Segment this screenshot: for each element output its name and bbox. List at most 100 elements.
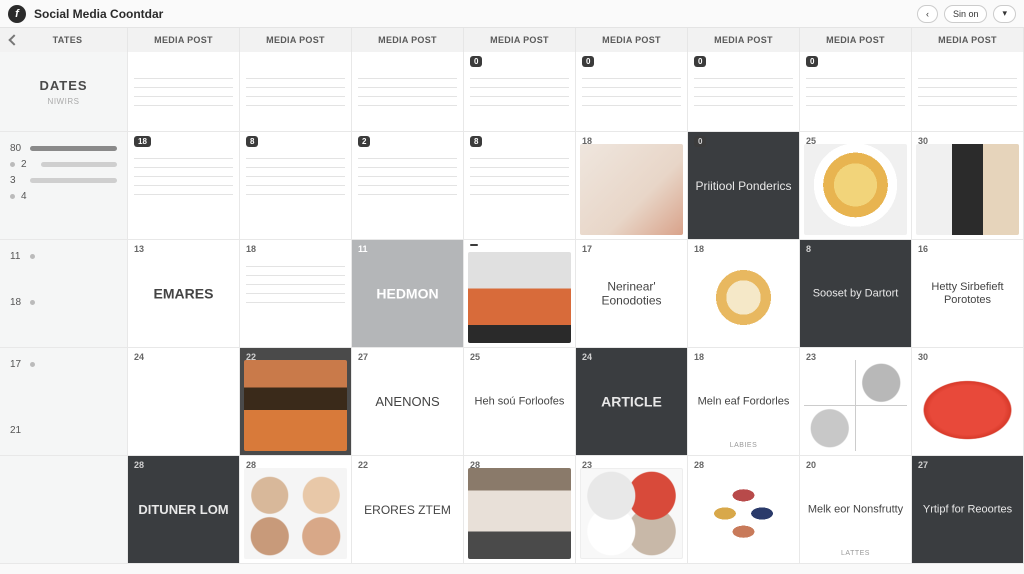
calendar-cell[interactable]: 0 bbox=[688, 52, 800, 132]
calendar-cell[interactable]: 0Priitiool Ponderics bbox=[688, 132, 800, 240]
day-number: 25 bbox=[470, 352, 480, 362]
day-number: 18 bbox=[134, 136, 151, 147]
day-number: 0 bbox=[694, 136, 706, 147]
calendar-cell[interactable]: 2 bbox=[352, 132, 464, 240]
col-header: MEDIA POST bbox=[576, 28, 688, 52]
post-title: Hetty Sirbefieft Porototes bbox=[912, 280, 1023, 306]
calendar-cell[interactable]: 24ARTICLE bbox=[576, 348, 688, 456]
calendar-cell[interactable]: 18Meln eaf FordorlesLABIES bbox=[688, 348, 800, 456]
calendar-cell[interactable]: 8 bbox=[464, 132, 576, 240]
col-header: MEDIA POST bbox=[352, 28, 464, 52]
calendar-cell[interactable]: 28 bbox=[688, 456, 800, 564]
app-logo: f bbox=[8, 5, 26, 23]
app-title: Social Media Coontdar bbox=[34, 7, 163, 21]
thumbnail-desk bbox=[580, 144, 683, 235]
sidebar-num: 4 bbox=[21, 191, 35, 202]
calendar-cell[interactable]: 11HEDMON bbox=[352, 240, 464, 348]
post-subtitle: LATTES bbox=[800, 550, 911, 557]
prev-chevron-icon[interactable] bbox=[8, 34, 19, 45]
calendar-cell[interactable]: 23 bbox=[800, 348, 912, 456]
thumbnail-pepper bbox=[916, 360, 1019, 451]
calendar-cell[interactable]: 0 bbox=[464, 52, 576, 132]
day-number: 28 bbox=[134, 460, 144, 470]
col-header-dates: TATES bbox=[0, 28, 128, 52]
day-number: 27 bbox=[358, 352, 368, 362]
day-number: 20 bbox=[806, 460, 816, 470]
day-number: 8 bbox=[470, 136, 482, 147]
day-number bbox=[470, 244, 478, 246]
calendar-cell[interactable]: 30 bbox=[912, 132, 1024, 240]
sidebar-block: 17 21 bbox=[0, 348, 128, 456]
calendar-cell[interactable]: 28DITUNER LOM bbox=[128, 456, 240, 564]
calendar-cell[interactable]: 28 bbox=[240, 456, 352, 564]
calendar-cell[interactable]: 28 bbox=[464, 456, 576, 564]
calendar-cell[interactable]: 16 Hetty Sirbefieft Porototes bbox=[912, 240, 1024, 348]
calendar-cell[interactable]: 25Heh soú Forloofes bbox=[464, 348, 576, 456]
col-header: MEDIA POST bbox=[240, 28, 352, 52]
thumbnail-portrait bbox=[244, 360, 347, 451]
calendar-cell[interactable]: 18 bbox=[576, 132, 688, 240]
sidebar-bar bbox=[30, 178, 117, 183]
calendar-cell[interactable]: 8Sooset by Dartort bbox=[800, 240, 912, 348]
sidebar-num: 21 bbox=[10, 425, 24, 436]
day-number: 27 bbox=[918, 460, 928, 470]
calendar-cell[interactable]: 13EMARES bbox=[128, 240, 240, 348]
col-header-label: TATES bbox=[53, 35, 83, 45]
day-number: 8 bbox=[806, 244, 811, 254]
post-title: ARTICLE bbox=[576, 393, 687, 410]
calendar-cell[interactable]: 23 bbox=[576, 456, 688, 564]
calendar-cell[interactable]: 25 bbox=[800, 132, 912, 240]
sidebar-sub: NIWIRS bbox=[48, 97, 80, 106]
col-header: MEDIA POST bbox=[128, 28, 240, 52]
more-dropdown[interactable]: ▾ bbox=[993, 5, 1016, 23]
column-headers: TATES MEDIA POST MEDIA POST MEDIA POST M… bbox=[0, 28, 1024, 52]
calendar-cell[interactable] bbox=[464, 240, 576, 348]
day-badge: 0 bbox=[694, 56, 706, 67]
calendar-cell[interactable]: 0 bbox=[800, 52, 912, 132]
calendar-cell[interactable]: 17Nerinear' Eonodoties bbox=[576, 240, 688, 348]
calendar-cell[interactable]: 24 bbox=[128, 348, 240, 456]
sidebar-num: 11 bbox=[10, 251, 24, 262]
calendar-cell[interactable] bbox=[912, 52, 1024, 132]
day-number: 18 bbox=[694, 352, 704, 362]
dot-icon bbox=[10, 162, 15, 167]
col-header: MEDIA POST bbox=[464, 28, 576, 52]
sidebar-num: 18 bbox=[10, 297, 24, 308]
calendar-cell[interactable]: 27 Yrtipf for Reoortes bbox=[912, 456, 1024, 564]
dot-icon bbox=[10, 194, 15, 199]
thumbnail-circles bbox=[580, 468, 683, 559]
day-badge: 0 bbox=[582, 56, 594, 67]
day-number: 17 bbox=[582, 244, 592, 254]
calendar-cell[interactable]: 0 bbox=[576, 52, 688, 132]
sidebar-heading: DATES bbox=[39, 78, 87, 93]
sidebar-bar bbox=[41, 194, 117, 199]
calendar-cell[interactable]: 22ERORES ZTEM bbox=[352, 456, 464, 564]
app-header: f Social Media Coontdar ‹ Sin on ▾ bbox=[0, 0, 1024, 28]
calendar-cell[interactable]: 20Melk eor NonsfruttyLATTES bbox=[800, 456, 912, 564]
sidebar-bar bbox=[30, 146, 117, 151]
thumbnail-petals bbox=[692, 468, 795, 559]
sign-on-button[interactable]: Sin on bbox=[944, 5, 988, 23]
sidebar-num: 17 bbox=[10, 359, 24, 370]
calendar-cell[interactable] bbox=[240, 52, 352, 132]
day-number: 22 bbox=[358, 460, 368, 470]
calendar-cell[interactable] bbox=[128, 52, 240, 132]
calendar-cell[interactable]: 18 bbox=[688, 240, 800, 348]
thumbnail-phone bbox=[916, 144, 1019, 235]
calendar-cell[interactable]: 22 bbox=[240, 348, 352, 456]
calendar-cell[interactable]: 27ANENONS bbox=[352, 348, 464, 456]
day-badge: 0 bbox=[470, 56, 482, 67]
thumbnail-grid bbox=[804, 360, 907, 451]
calendar-cell[interactable]: 18 bbox=[128, 132, 240, 240]
day-number: 8 bbox=[246, 136, 258, 147]
thumbnail-food bbox=[804, 144, 907, 235]
calendar-cell[interactable]: 8 bbox=[240, 132, 352, 240]
dot-icon bbox=[30, 300, 35, 305]
calendar-cell[interactable]: 18 bbox=[240, 240, 352, 348]
back-button[interactable]: ‹ bbox=[917, 5, 938, 23]
post-title: Yrtipf for Reoortes bbox=[912, 503, 1023, 516]
day-number: 16 bbox=[918, 244, 928, 254]
calendar-cell[interactable] bbox=[352, 52, 464, 132]
post-title: EMARES bbox=[128, 285, 239, 302]
calendar-cell[interactable]: 30 bbox=[912, 348, 1024, 456]
